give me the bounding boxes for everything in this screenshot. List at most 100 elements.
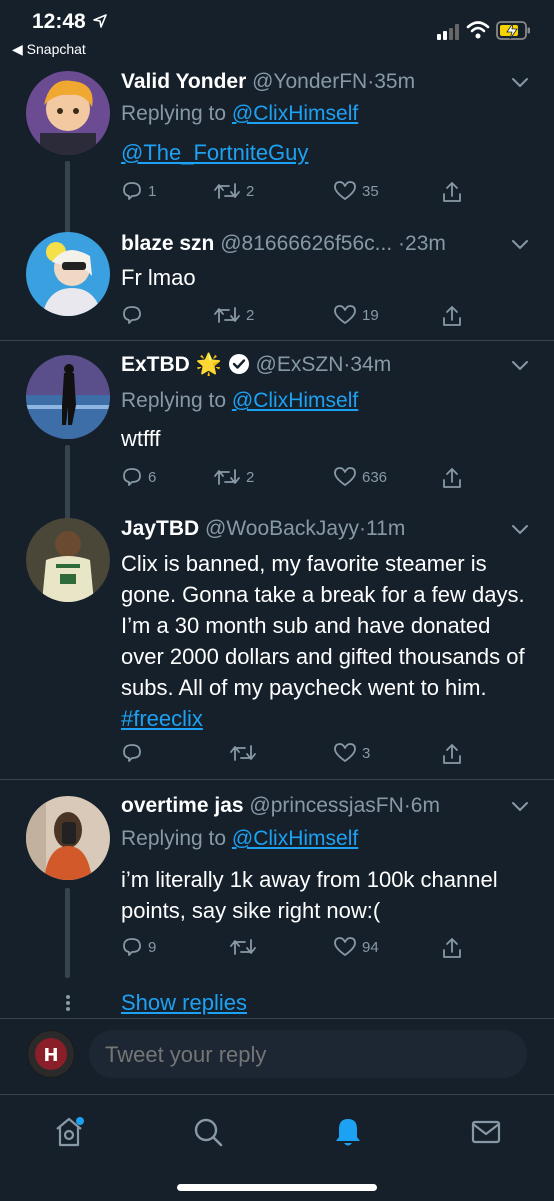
tweet-actions: 9 94 [121, 936, 461, 962]
back-to-app-link[interactable]: ◀ Snapchat [12, 41, 86, 58]
tweet-time: ·34m [343, 353, 392, 376]
like-icon [333, 936, 357, 958]
tweet-body: Fr lmao [121, 265, 196, 290]
share-button[interactable] [441, 180, 463, 204]
tweet-time: ·23m [398, 232, 446, 255]
chevron-down-icon[interactable] [511, 523, 529, 541]
share-button[interactable] [441, 466, 463, 490]
share-icon [441, 466, 463, 490]
reply-button[interactable]: 1 [121, 180, 156, 202]
user-handle[interactable]: @princessjasFN [249, 794, 403, 817]
avatar[interactable] [26, 796, 110, 880]
user-handle[interactable]: @ExSZN [256, 353, 344, 376]
show-replies-link[interactable]: Show replies [121, 990, 247, 1016]
share-icon [441, 304, 463, 328]
home-indicator [177, 1184, 377, 1191]
status-bar: 12:48 ◀ Snapchat [0, 0, 554, 60]
more-replies-dots-icon [64, 994, 72, 1017]
divider [0, 340, 554, 341]
divider [0, 779, 554, 780]
chevron-down-icon[interactable] [511, 76, 529, 94]
retweet-button[interactable]: 2 [213, 304, 254, 326]
like-button[interactable]: 19 [333, 304, 379, 326]
replying-to: Replying to @ClixHimself [121, 827, 359, 850]
display-name[interactable]: overtime jas [121, 794, 244, 817]
tweet-body: wtfff [121, 426, 161, 451]
retweet-button[interactable] [229, 936, 262, 958]
tab-home[interactable] [52, 1115, 86, 1154]
reply-icon [121, 304, 143, 326]
badge-emoji: 🌟 [195, 353, 222, 376]
tweet-actions: 6 2 636 [121, 466, 461, 492]
verified-icon [228, 353, 250, 381]
display-name[interactable]: JayTBD [121, 517, 199, 540]
reply-button[interactable] [121, 742, 148, 764]
messages-icon [469, 1120, 503, 1153]
reply-icon [121, 742, 143, 764]
tweet-actions: 3 [121, 742, 461, 768]
display-name[interactable]: ExTBD [121, 353, 190, 376]
tweet-body: @The_FortniteGuy [121, 137, 531, 168]
share-button[interactable] [441, 742, 463, 766]
tweet-actions: 1 2 35 [121, 180, 461, 206]
status-time: 12:48 [32, 10, 86, 33]
avatar[interactable] [26, 355, 110, 439]
hashtag-link[interactable]: #freeclix [121, 706, 203, 731]
tweet-time: ·11m [359, 517, 406, 540]
share-icon [441, 742, 463, 766]
retweet-button[interactable]: 2 [213, 466, 254, 488]
reply-input[interactable] [105, 1042, 505, 1068]
avatar[interactable] [26, 71, 110, 155]
chevron-down-icon[interactable] [511, 359, 529, 377]
retweet-button[interactable] [229, 742, 262, 764]
reply-button[interactable] [121, 304, 148, 326]
replying-to: Replying to @ClixHimself [121, 389, 359, 412]
retweet-icon [229, 936, 257, 958]
share-icon [441, 180, 463, 204]
like-icon [333, 180, 357, 202]
tweet-time: ·6m [403, 794, 440, 817]
like-button[interactable]: 636 [333, 466, 387, 488]
tab-search[interactable] [191, 1115, 225, 1154]
mention-link[interactable]: @ClixHimself [232, 827, 358, 850]
like-icon [333, 466, 357, 488]
reply-button[interactable]: 6 [121, 466, 156, 488]
retweet-icon [213, 180, 241, 202]
thread-line [65, 161, 70, 241]
retweet-button[interactable]: 2 [213, 180, 254, 202]
like-button[interactable]: 94 [333, 936, 379, 958]
tweet-time: ·35m [367, 70, 416, 93]
avatar[interactable] [26, 518, 110, 602]
reply-icon [121, 936, 143, 958]
retweet-icon [229, 742, 257, 764]
mention-link[interactable]: @The_FortniteGuy [121, 140, 308, 165]
like-button[interactable]: 3 [333, 742, 370, 764]
reply-box[interactable] [89, 1030, 527, 1078]
wifi-icon [466, 20, 490, 45]
tab-notifications[interactable] [331, 1115, 365, 1154]
mention-link[interactable]: @ClixHimself [232, 389, 358, 412]
share-icon [441, 936, 463, 960]
user-handle[interactable]: @YonderFN [252, 70, 367, 93]
avatar[interactable] [26, 232, 110, 316]
retweet-icon [213, 466, 241, 488]
chevron-down-icon[interactable] [511, 238, 529, 256]
notifications-icon [331, 1119, 365, 1153]
like-icon [333, 304, 357, 326]
share-button[interactable] [441, 304, 463, 328]
battery-charging-icon [496, 20, 532, 47]
mention-link[interactable]: @ClixHimself [232, 102, 358, 125]
reply-button[interactable]: 9 [121, 936, 156, 958]
chevron-down-icon[interactable] [511, 800, 529, 818]
reply-icon [121, 466, 143, 488]
user-handle[interactable]: @WooBackJayy [205, 517, 359, 540]
display-name[interactable]: blaze szn [121, 232, 214, 255]
my-avatar[interactable]: H [27, 1030, 75, 1078]
like-button[interactable]: 35 [333, 180, 379, 202]
tweet-actions: 2 19 [121, 304, 461, 330]
display-name[interactable]: Valid Yonder [121, 70, 246, 93]
user-handle[interactable]: @81666626f56c... [220, 232, 392, 255]
reply-icon [121, 180, 143, 202]
share-button[interactable] [441, 936, 463, 960]
tab-messages[interactable] [469, 1115, 503, 1154]
